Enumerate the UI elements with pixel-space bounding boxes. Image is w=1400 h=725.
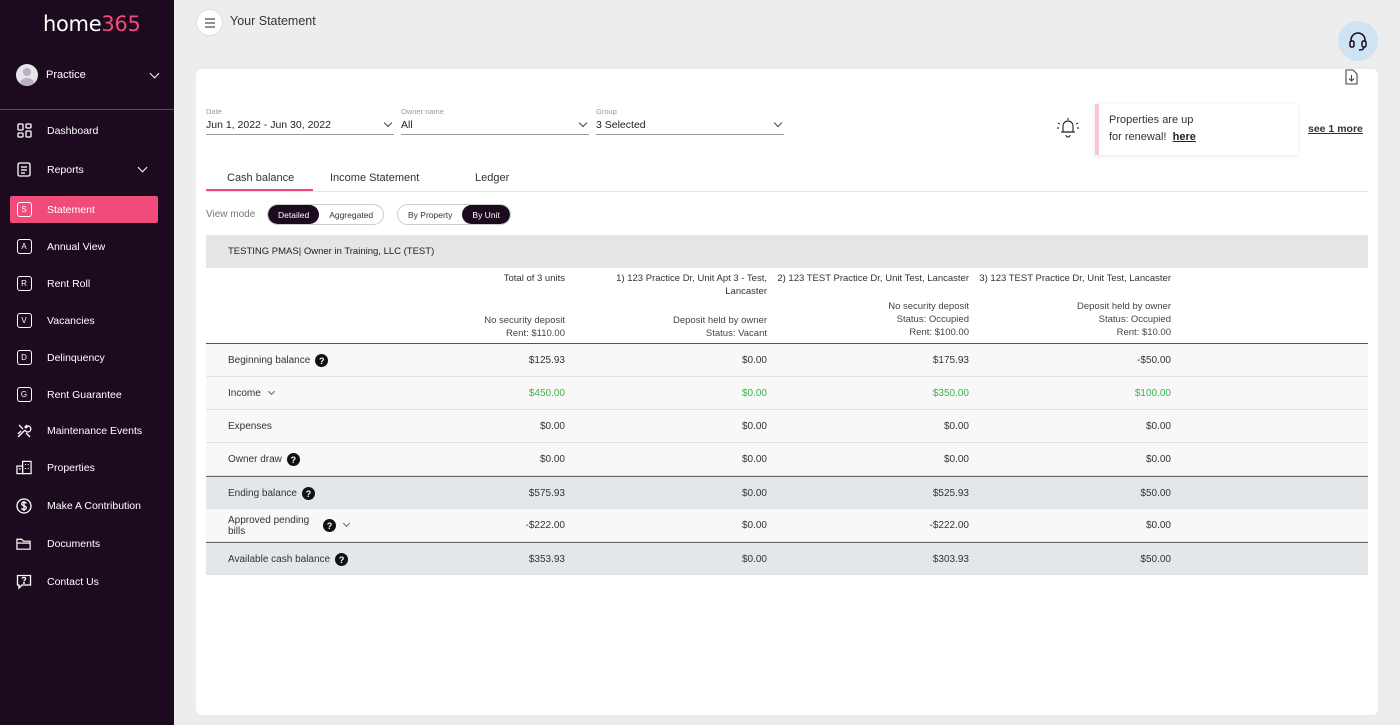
tab-income-statement[interactable]: Income Statement — [330, 172, 419, 184]
annual-view-icon: A — [16, 239, 32, 254]
tab-cash-balance[interactable]: Cash balance — [206, 172, 314, 191]
home365-logo[interactable]: home365 — [43, 12, 141, 36]
chevron-down-icon — [383, 118, 393, 128]
column-header-unit-1: 1) 123 Practice Dr, Unit Apt 3 - Test, L… — [616, 273, 767, 297]
chat-icon — [16, 574, 32, 590]
user-name: Practice — [46, 69, 86, 81]
chevron-down-icon — [773, 118, 783, 128]
hamburger-icon — [204, 17, 215, 28]
row-beginning-balance: Beginning balance? $125.93 $0.00 $175.93… — [206, 344, 1368, 377]
avatar — [16, 64, 38, 86]
owner-select[interactable]: All — [401, 118, 589, 135]
export-file-icon[interactable] — [1345, 69, 1358, 90]
sidebar-item-vacancies[interactable]: V Vacancies — [10, 307, 158, 334]
chevron-down-icon — [149, 68, 160, 78]
owner-filter[interactable]: Owner name All — [401, 107, 589, 135]
column-header-total: Total of 3 units — [503, 273, 565, 284]
table-header: Total of 3 units No security deposit Ren… — [206, 268, 1368, 344]
page-title: Your Statement — [230, 14, 316, 28]
delinquency-icon: D — [16, 350, 32, 365]
chevron-down-icon[interactable] — [342, 519, 351, 528]
view-mode-aggregated[interactable]: Aggregated — [319, 205, 383, 224]
tabs-divider — [206, 191, 1368, 192]
help-icon[interactable]: ? — [323, 519, 336, 532]
view-mode-toggle[interactable]: Detailed Aggregated — [267, 204, 385, 225]
renewal-notice: Properties are up for renewal! here — [1095, 104, 1298, 155]
help-icon[interactable]: ? — [301, 487, 315, 500]
group-filter[interactable]: Group 3 Selected — [596, 107, 784, 135]
help-icon[interactable]: ? — [286, 453, 300, 466]
sidebar-item-rent-roll[interactable]: R Rent Roll — [10, 270, 158, 297]
sidebar-item-delinquency[interactable]: D Delinquency — [10, 344, 158, 371]
sidebar-divider — [0, 109, 174, 110]
statement-card: Date Jun 1, 2022 - Jun 30, 2022 Owner na… — [196, 69, 1378, 715]
row-approved-pending-bills[interactable]: Approved pending bills? -$222.00 $0.00 -… — [206, 509, 1368, 542]
dashboard-icon — [16, 123, 32, 139]
sidebar-item-make-a-contribution[interactable]: Make A Contribution — [10, 492, 158, 519]
statement-table: TESTING PMAS| Owner in Training, LLC (TE… — [206, 235, 1368, 575]
row-ending-balance: Ending balance? $575.93 $0.00 $525.93 $5… — [206, 476, 1368, 509]
renewal-here-link[interactable]: here — [1173, 131, 1196, 143]
help-icon[interactable]: ? — [335, 553, 349, 566]
dollar-icon — [16, 497, 32, 514]
view-mode-label: View mode — [206, 209, 256, 220]
column-header-unit-2: 2) 123 TEST Practice Dr, Unit Test, Lanc… — [777, 273, 969, 284]
date-filter[interactable]: Date Jun 1, 2022 - Jun 30, 2022 — [206, 107, 394, 135]
folder-icon — [16, 536, 32, 552]
view-mode-detailed[interactable]: Detailed — [268, 205, 320, 224]
column-details-unit-3: Deposit held by owner Status: Occupied R… — [1077, 301, 1171, 338]
column-details-total: No security deposit Rent: $110.00 — [484, 315, 565, 339]
headset-icon — [1349, 32, 1367, 51]
owner-row: TESTING PMAS| Owner in Training, LLC (TE… — [206, 235, 1368, 268]
date-range-select[interactable]: Jun 1, 2022 - Jun 30, 2022 — [206, 118, 394, 135]
user-menu[interactable]: Practice — [16, 63, 160, 87]
help-icon[interactable]: ? — [315, 354, 329, 367]
sidebar-item-rent-guarantee[interactable]: G Rent Guarantee — [10, 381, 158, 408]
sidebar-item-annual-view[interactable]: A Annual View — [10, 233, 158, 260]
group-select[interactable]: 3 Selected — [596, 118, 784, 135]
row-income[interactable]: Income $450.00 $0.00 $350.00 $100.00 — [206, 377, 1368, 410]
menu-toggle-button[interactable] — [196, 9, 223, 36]
sidebar-item-maintenance-events[interactable]: Maintenance Events — [10, 417, 158, 444]
properties-icon — [16, 460, 32, 476]
sidebar-item-dashboard[interactable]: Dashboard — [10, 117, 158, 144]
sidebar: home365 Practice Dashboard Reports S Sta… — [0, 0, 174, 725]
column-details-unit-2: No security deposit Status: Occupied Ren… — [888, 301, 969, 338]
column-header-unit-3: 3) 123 TEST Practice Dr, Unit Test, Lanc… — [979, 273, 1171, 284]
support-button[interactable] — [1338, 21, 1378, 61]
row-expenses: Expenses $0.00 $0.00 $0.00 $0.00 — [206, 410, 1368, 443]
rent-roll-icon: R — [16, 276, 32, 291]
vacancies-icon: V — [16, 313, 32, 328]
group-by-property[interactable]: By Property — [398, 205, 462, 224]
tools-icon — [16, 423, 32, 439]
chevron-down-icon — [578, 118, 588, 128]
row-owner-draw: Owner draw? $0.00 $0.00 $0.00 $0.00 — [206, 443, 1368, 476]
sidebar-item-documents[interactable]: Documents — [10, 530, 158, 557]
row-available-cash-balance: Available cash balance? $353.93 $0.00 $3… — [206, 542, 1368, 575]
reports-icon — [16, 162, 32, 178]
sidebar-item-statement[interactable]: S Statement — [10, 196, 158, 223]
bell-icon — [1055, 115, 1081, 144]
statement-icon: S — [16, 202, 32, 217]
tab-ledger[interactable]: Ledger — [475, 172, 509, 184]
see-more-link[interactable]: see 1 more — [1308, 123, 1363, 135]
sidebar-item-contact-us[interactable]: Contact Us — [10, 568, 158, 595]
group-by-unit[interactable]: By Unit — [462, 205, 510, 224]
column-details-unit-1: Deposit held by owner Status: Vacant — [673, 315, 767, 339]
rent-guarantee-icon: G — [16, 387, 32, 402]
group-by-toggle[interactable]: By Property By Unit — [397, 204, 511, 225]
sidebar-item-properties[interactable]: Properties — [10, 454, 158, 481]
sidebar-item-reports[interactable]: Reports — [10, 156, 158, 183]
chevron-down-icon — [137, 162, 148, 173]
chevron-down-icon[interactable] — [267, 387, 275, 396]
